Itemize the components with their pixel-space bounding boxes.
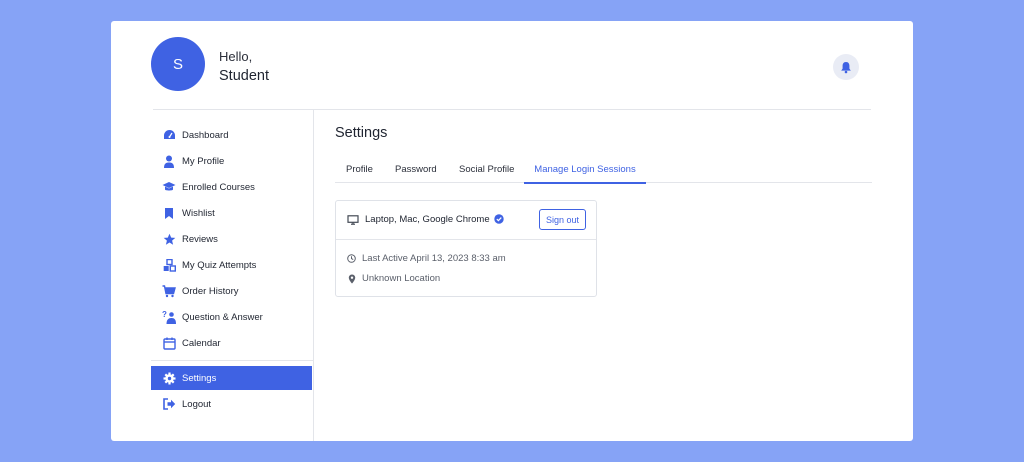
cart-icon [162, 284, 176, 298]
tab-profile[interactable]: Profile [346, 162, 373, 183]
question-person-icon: ? [162, 310, 176, 324]
sidebar-item-label: My Quiz Attempts [182, 259, 257, 271]
quiz-blocks-icon [162, 258, 176, 272]
sidebar-item-dashboard[interactable]: Dashboard [151, 123, 312, 147]
header-divider [153, 109, 871, 110]
sidebar-item-calendar[interactable]: Calendar [151, 331, 312, 355]
tab-social-profile[interactable]: Social Profile [459, 162, 514, 183]
sidebar-item-my-quiz-attempts[interactable]: My Quiz Attempts [151, 253, 312, 277]
sidebar-item-my-profile[interactable]: My Profile [151, 149, 312, 173]
gear-icon [162, 371, 176, 385]
sidebar-item-wishlist[interactable]: Wishlist [151, 201, 312, 225]
star-icon [162, 232, 176, 246]
sidebar-item-label: Order History [182, 285, 239, 297]
sidebar-item-label: Reviews [182, 233, 218, 245]
avatar[interactable]: S [151, 37, 205, 91]
user-icon [162, 154, 176, 168]
sidebar-item-logout[interactable]: Logout [151, 392, 312, 416]
sidebar-divider [313, 109, 314, 441]
bookmark-icon [162, 206, 176, 220]
sidebar-item-label: Question & Answer [182, 311, 263, 323]
sidebar-item-question-answer[interactable]: ? Question & Answer [151, 305, 312, 329]
sidebar-separator [151, 360, 313, 361]
greeting: Hello, [219, 49, 253, 64]
sidebar-item-label: Dashboard [182, 129, 229, 141]
calendar-icon [162, 336, 176, 350]
sidebar-item-order-history[interactable]: Order History [151, 279, 312, 303]
verified-check-icon [494, 214, 504, 224]
sidebar-item-settings[interactable]: Settings [151, 366, 312, 390]
tab-password[interactable]: Password [395, 162, 437, 183]
tab-label: Manage Login Sessions [534, 164, 636, 175]
location-text: Unknown Location [362, 273, 441, 284]
sidebar-item-label: Calendar [182, 337, 221, 349]
tab-label: Social Profile [459, 164, 515, 175]
tab-label: Profile [346, 164, 373, 175]
location-pin-icon [347, 274, 356, 283]
bell-icon [841, 61, 851, 73]
settings-tabs: Profile Password Social Profile Manage L… [335, 162, 872, 184]
sidebar-item-label: Logout [182, 398, 212, 410]
sidebar-item-reviews[interactable]: Reviews [151, 227, 312, 251]
session-last-active: Last Active April 13, 2023 8:33 am [347, 253, 506, 264]
tab-manage-login-sessions[interactable]: Manage Login Sessions [524, 162, 646, 184]
graduation-cap-icon [162, 180, 176, 194]
last-active-text: Last Active April 13, 2023 8:33 am [362, 253, 506, 264]
user-name: Student [219, 68, 269, 84]
login-session-card: Laptop, Mac, Google Chrome Sign out Last… [335, 200, 597, 297]
logout-icon [162, 397, 176, 411]
svg-text:?: ? [162, 310, 167, 319]
sidebar-item-label: My Profile [182, 155, 225, 167]
session-location: Unknown Location [347, 273, 440, 284]
sidebar-item-enrolled-courses[interactable]: Enrolled Courses [151, 175, 312, 199]
notifications-button[interactable] [833, 54, 859, 80]
dashboard-card: S Hello, Student Dashboard My Profile En… [111, 21, 913, 441]
page-title: Settings [335, 125, 388, 141]
sidebar-item-label: Settings [182, 372, 217, 384]
session-device: Laptop, Mac, Google Chrome [365, 214, 490, 225]
laptop-icon [347, 215, 359, 225]
sign-out-button[interactable]: Sign out [539, 209, 586, 230]
avatar-initial: S [172, 55, 183, 73]
sidebar-item-label: Wishlist [182, 207, 215, 219]
clock-icon [347, 254, 356, 263]
tab-label: Password [395, 164, 437, 175]
sidebar-item-label: Enrolled Courses [182, 181, 255, 193]
dashboard-icon [162, 128, 176, 142]
session-header: Laptop, Mac, Google Chrome Sign out [336, 201, 596, 240]
